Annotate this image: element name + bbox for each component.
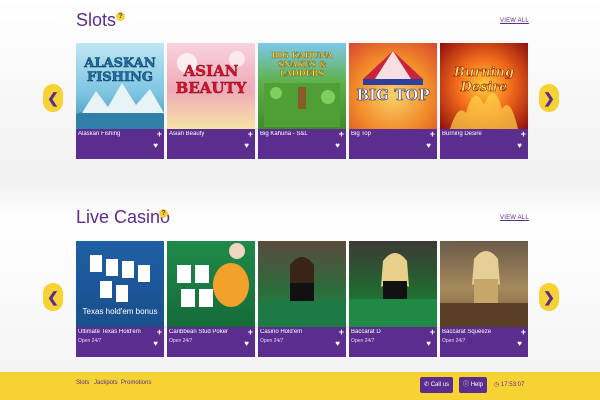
game-card-casino-holdem[interactable]: Casino Hold'em Open 24/7 + ♥	[258, 241, 346, 357]
help-label: Help	[470, 382, 484, 388]
game-card-baccarat-d[interactable]: Baccarat D Open 24/7 + ♥	[349, 241, 437, 357]
favorite-heart-icon[interactable]: ♥	[153, 141, 158, 150]
game-thumbnail[interactable]	[167, 241, 255, 327]
dealer-art	[440, 251, 528, 327]
call-us-label: Call us	[430, 382, 450, 388]
game-status: Open 24/7	[351, 338, 375, 344]
favorite-heart-icon[interactable]: ♥	[426, 141, 431, 150]
game-art-title: Texas hold'em bonus	[82, 307, 158, 316]
game-card-alaskan-fishing[interactable]: ALASKAN FISHING Alaskan Fishing + ♥	[76, 43, 164, 159]
live-casino-carousel: Texas hold'em bonus Ultimate Texas Hold'…	[76, 241, 528, 357]
game-card-caribbean-stud-poker[interactable]: Caribbean Stud Poker Open 24/7 + ♥	[167, 241, 255, 357]
game-name: Alaskan Fishing	[78, 131, 121, 137]
game-card-baccarat-squeeze[interactable]: Baccarat Squeeze Open 24/7 + ♥	[440, 241, 528, 357]
slots-carousel: ALASKAN FISHING Alaskan Fishing + ♥ ASIA…	[76, 43, 528, 159]
game-thumbnail[interactable]: BIG TOP	[349, 43, 437, 129]
game-card-burning-desire[interactable]: Burning Desire Burning Desire + ♥	[440, 43, 528, 159]
footer-clock: ◷ 17:53:07	[494, 381, 524, 388]
live-casino-title: Live Casino	[76, 207, 171, 227]
game-name: Burning Desire	[442, 131, 482, 137]
game-name: Baccarat Squeeze	[442, 329, 492, 335]
game-name: Big Top	[351, 131, 371, 137]
add-icon[interactable]: +	[430, 327, 435, 337]
game-status: Open 24/7	[169, 338, 193, 344]
footer-bar: Slots Jackpots Promotions ✆ Call us ⓘ He…	[0, 372, 600, 400]
favorite-heart-icon[interactable]: ♥	[153, 339, 158, 348]
live-prev-arrow[interactable]: ❮	[43, 283, 63, 311]
help-button[interactable]: ⓘ Help	[459, 377, 488, 393]
game-card-ultimate-texas-holdem[interactable]: Texas hold'em bonus Ultimate Texas Hold'…	[76, 241, 164, 357]
footer-link-jackpots[interactable]: Jackpots	[94, 380, 118, 386]
dealer-art	[349, 253, 437, 327]
dealer-art	[258, 257, 346, 327]
footer-link-promotions[interactable]: Promotions	[121, 380, 151, 386]
game-name: Caribbean Stud Poker	[169, 329, 229, 335]
add-icon[interactable]: +	[521, 327, 526, 337]
footer-link-slots[interactable]: Slots	[76, 380, 89, 386]
game-thumbnail[interactable]: ASIAN BEAUTY	[167, 43, 255, 129]
game-status: Open 24/7	[78, 338, 102, 344]
favorite-heart-icon[interactable]: ♥	[517, 339, 522, 348]
game-thumbnail[interactable]	[349, 241, 437, 327]
game-name: Baccarat D	[351, 329, 381, 335]
info-icon: ⓘ	[463, 382, 470, 388]
game-art-title: ALASKAN FISHING	[84, 56, 156, 85]
game-thumbnail[interactable]: Burning Desire	[440, 43, 528, 129]
add-icon[interactable]: +	[157, 129, 162, 139]
slots-section: Slots ? VIEW ALL ❮ ❯ ALASKAN FISHING Ala…	[0, 0, 600, 175]
add-icon[interactable]: +	[339, 129, 344, 139]
game-card-big-top[interactable]: BIG TOP Big Top + ♥	[349, 43, 437, 159]
game-art-title: ASIAN BEAUTY	[175, 62, 247, 97]
game-art-title: BIG KAHUNA SNAKES & LADDERS	[271, 50, 333, 78]
game-name: Ultimate Texas Hold'em	[78, 329, 141, 335]
game-thumbnail[interactable]: ALASKAN FISHING	[76, 43, 164, 129]
live-casino-view-all-link[interactable]: VIEW ALL	[500, 215, 529, 221]
favorite-heart-icon[interactable]: ♥	[335, 141, 340, 150]
slots-help-icon[interactable]: ?	[116, 12, 125, 21]
slots-next-arrow[interactable]: ❯	[539, 84, 559, 112]
call-us-button[interactable]: ✆ Call us	[420, 377, 454, 393]
favorite-heart-icon[interactable]: ♥	[335, 339, 340, 348]
game-name: Asian Beauty	[169, 131, 205, 137]
add-icon[interactable]: +	[430, 129, 435, 139]
add-icon[interactable]: +	[521, 129, 526, 139]
favorite-heart-icon[interactable]: ♥	[426, 339, 431, 348]
favorite-heart-icon[interactable]: ♥	[244, 141, 249, 150]
game-thumbnail[interactable]: BIG KAHUNA SNAKES & LADDERS	[258, 43, 346, 129]
add-icon[interactable]: +	[248, 327, 253, 337]
game-art-title: Burning Desire	[453, 65, 515, 96]
add-icon[interactable]: +	[248, 129, 253, 139]
game-thumbnail[interactable]	[440, 241, 528, 327]
slots-title: Slots	[76, 10, 117, 30]
game-status: Open 24/7	[260, 338, 284, 344]
slots-view-all-link[interactable]: VIEW ALL	[500, 18, 529, 24]
clock-time: 17:53:07	[500, 382, 525, 388]
game-thumbnail[interactable]	[258, 241, 346, 327]
live-next-arrow[interactable]: ❯	[539, 283, 559, 311]
game-art-title: BIG TOP	[356, 86, 430, 104]
game-card-asian-beauty[interactable]: ASIAN BEAUTY Asian Beauty + ♥	[167, 43, 255, 159]
game-status: Open 24/7	[442, 338, 466, 344]
clock-icon: ◷	[494, 382, 500, 388]
add-icon[interactable]: +	[339, 327, 344, 337]
favorite-heart-icon[interactable]: ♥	[517, 141, 522, 150]
live-casino-help-icon[interactable]: ?	[159, 209, 168, 218]
caribbean-table-art	[177, 243, 249, 307]
game-name: Big Kahuna - S&L	[260, 131, 308, 137]
game-card-big-kahuna[interactable]: BIG KAHUNA SNAKES & LADDERS Big Kahuna -…	[258, 43, 346, 159]
slots-prev-arrow[interactable]: ❮	[43, 84, 63, 112]
phone-icon: ✆	[424, 382, 430, 388]
favorite-heart-icon[interactable]: ♥	[244, 339, 249, 348]
live-casino-section: Live Casino ? VIEW ALL ❮ ❯ Texas hold'em…	[0, 203, 600, 363]
game-name: Casino Hold'em	[260, 329, 303, 335]
game-thumbnail[interactable]: Texas hold'em bonus	[76, 241, 164, 327]
add-icon[interactable]: +	[157, 327, 162, 337]
